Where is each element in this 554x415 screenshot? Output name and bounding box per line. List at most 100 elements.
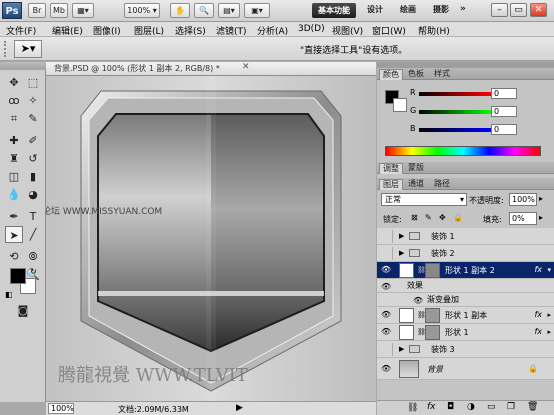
vector-mask-thumbnail[interactable]: [425, 263, 440, 278]
tab-swatches[interactable]: 色板: [405, 69, 427, 79]
lasso-tool-icon[interactable]: ꝏ: [5, 92, 23, 109]
vector-mask-thumbnail[interactable]: [425, 325, 440, 340]
eraser-tool-icon[interactable]: ◫: [5, 168, 23, 185]
panel-grip[interactable]: [377, 62, 554, 68]
lock-position-icon[interactable]: ✥: [439, 213, 446, 222]
layer-row-shape-copy[interactable]: 👁 ⛓ 形状 1 副本 fx ▸: [377, 307, 554, 324]
channel-r-slider[interactable]: [419, 92, 491, 96]
effects-expand-icon[interactable]: ▸: [547, 328, 551, 336]
layer-row-group-3[interactable]: ▶ 装饰 3: [377, 341, 554, 358]
workspace-basic-button[interactable]: 基本功能: [312, 3, 356, 18]
mini-bridge-button[interactable]: Mb: [50, 3, 68, 18]
zoom-tool-button[interactable]: 🔍: [194, 3, 214, 18]
zoom-level-dropdown[interactable]: 100% ▾: [124, 3, 160, 18]
tab-masks[interactable]: 蒙版: [405, 163, 427, 173]
new-layer-icon[interactable]: ❐: [507, 402, 515, 412]
visibility-toggle[interactable]: [379, 247, 393, 260]
close-document-icon[interactable]: ✕: [242, 62, 250, 72]
arrange-documents-button[interactable]: ▤▾: [218, 3, 240, 18]
history-brush-icon[interactable]: ↺: [24, 150, 42, 167]
expand-arrow-icon[interactable]: ▶: [399, 249, 404, 258]
menu-3d[interactable]: 3D(D): [298, 24, 325, 34]
menu-view[interactable]: 视图(V): [332, 24, 363, 37]
effects-row[interactable]: 👁 效果: [377, 279, 554, 293]
eye-icon[interactable]: 👁: [381, 328, 391, 336]
link-layers-icon[interactable]: ⛓: [407, 403, 418, 413]
minimize-button[interactable]: –: [491, 3, 508, 17]
channel-b-slider[interactable]: [419, 128, 491, 132]
hand-tool-button[interactable]: ✋: [170, 3, 190, 18]
add-style-icon[interactable]: fx: [427, 402, 436, 412]
tools-panel-header[interactable]: [0, 62, 46, 70]
color-panel-background-swatch[interactable]: [393, 98, 407, 112]
adjustment-layer-icon[interactable]: ◑: [467, 402, 475, 412]
workspace-painting-button[interactable]: 绘画: [400, 4, 416, 15]
tab-layers[interactable]: 图层: [379, 179, 403, 190]
eye-icon[interactable]: 👁: [381, 365, 391, 373]
move-tool-icon[interactable]: ✥: [5, 74, 23, 91]
gradient-tool-icon[interactable]: ▮: [24, 168, 42, 185]
blur-tool-icon[interactable]: 💧: [5, 186, 23, 203]
channel-b-value[interactable]: 0: [491, 124, 517, 135]
eye-icon[interactable]: 👁: [381, 266, 391, 274]
healing-brush-icon[interactable]: ✚: [5, 132, 23, 149]
close-button[interactable]: ✕: [530, 3, 547, 17]
tool-preset-picker[interactable]: ➤▾: [14, 40, 42, 58]
fx-badge[interactable]: fx: [534, 310, 542, 319]
marquee-tool-icon[interactable]: ⬚: [24, 74, 42, 91]
menu-window[interactable]: 窗口(W): [372, 24, 406, 37]
view-extras-button[interactable]: ▦▾: [72, 3, 94, 18]
quick-mask-icon[interactable]: ◙: [14, 302, 32, 319]
color-spectrum-ramp[interactable]: [385, 146, 541, 156]
effects-expand-icon[interactable]: ▾: [547, 266, 551, 274]
type-tool-icon[interactable]: T: [24, 208, 42, 225]
more-workspaces-button[interactable]: »: [460, 4, 466, 14]
status-zoom-field[interactable]: 100%: [48, 403, 74, 414]
lock-transparent-icon[interactable]: ⊠: [411, 213, 418, 222]
new-group-icon[interactable]: ▭: [487, 402, 496, 412]
add-mask-icon[interactable]: ◘: [447, 402, 454, 412]
pen-tool-icon[interactable]: ✒: [5, 208, 23, 225]
layer-row-shape-1[interactable]: 👁 ⛓ 形状 1 fx ▸: [377, 324, 554, 341]
lock-pixels-icon[interactable]: ✎: [425, 213, 432, 222]
opacity-slider-arrow-icon[interactable]: ▸: [539, 194, 543, 203]
dodge-tool-icon[interactable]: ◕: [24, 186, 42, 203]
vector-mask-thumbnail[interactable]: [425, 308, 440, 323]
bridge-button[interactable]: Br: [28, 3, 46, 18]
swap-colors-icon[interactable]: ↻: [30, 267, 37, 276]
layer-row-group-1[interactable]: ▶ 装饰 1: [377, 228, 554, 245]
menu-image[interactable]: 图像(I): [93, 24, 121, 37]
opacity-field[interactable]: 100%: [509, 193, 537, 206]
tab-channels[interactable]: 通道: [405, 179, 427, 189]
workspace-design-button[interactable]: 设计: [367, 4, 383, 15]
lock-all-icon[interactable]: 🔒: [453, 213, 463, 222]
crop-tool-icon[interactable]: ⌗: [5, 110, 23, 127]
tab-paths[interactable]: 路径: [431, 179, 453, 189]
channel-g-slider[interactable]: [419, 110, 491, 114]
channel-r-value[interactable]: 0: [491, 88, 517, 99]
eyedropper-tool-icon[interactable]: ✎: [24, 110, 42, 127]
brush-tool-icon[interactable]: ✐: [24, 132, 42, 149]
screen-mode-button[interactable]: ▣▾: [244, 3, 270, 18]
visibility-toggle[interactable]: [379, 343, 393, 356]
eye-icon[interactable]: 👁: [381, 283, 391, 291]
channel-g-value[interactable]: 0: [491, 106, 517, 117]
fill-field[interactable]: 0%: [509, 212, 537, 225]
eye-icon[interactable]: 👁: [413, 297, 423, 305]
menu-select[interactable]: 选择(S): [175, 24, 206, 37]
options-grip[interactable]: [4, 41, 10, 57]
tab-adjustments[interactable]: 调整: [379, 163, 403, 174]
menu-help[interactable]: 帮助(H): [418, 24, 450, 37]
document-canvas[interactable]: 思缘设计论坛 WWW.MISSYUAN.COM 腾龍視覺 WWW.TLVIT: [46, 76, 376, 401]
layer-row-background[interactable]: 👁 背景 🔒: [377, 358, 554, 380]
fill-slider-arrow-icon[interactable]: ▸: [539, 213, 543, 222]
status-menu-arrow-icon[interactable]: ▶: [236, 403, 243, 413]
document-tab[interactable]: 背景.PSD @ 100% (形状 1 副本 2, RGB/8) * ✕: [46, 62, 376, 76]
effect-gradient-overlay-row[interactable]: 👁 渐变叠加: [377, 293, 554, 307]
tab-color[interactable]: 颜色: [379, 69, 403, 80]
delete-layer-icon[interactable]: 🗑: [527, 402, 538, 412]
magic-wand-icon[interactable]: ✧: [24, 92, 42, 109]
foreground-color-swatch[interactable]: [10, 268, 26, 284]
layer-row-group-2[interactable]: ▶ 装饰 2: [377, 245, 554, 262]
menu-filter[interactable]: 滤镜(T): [216, 24, 247, 37]
